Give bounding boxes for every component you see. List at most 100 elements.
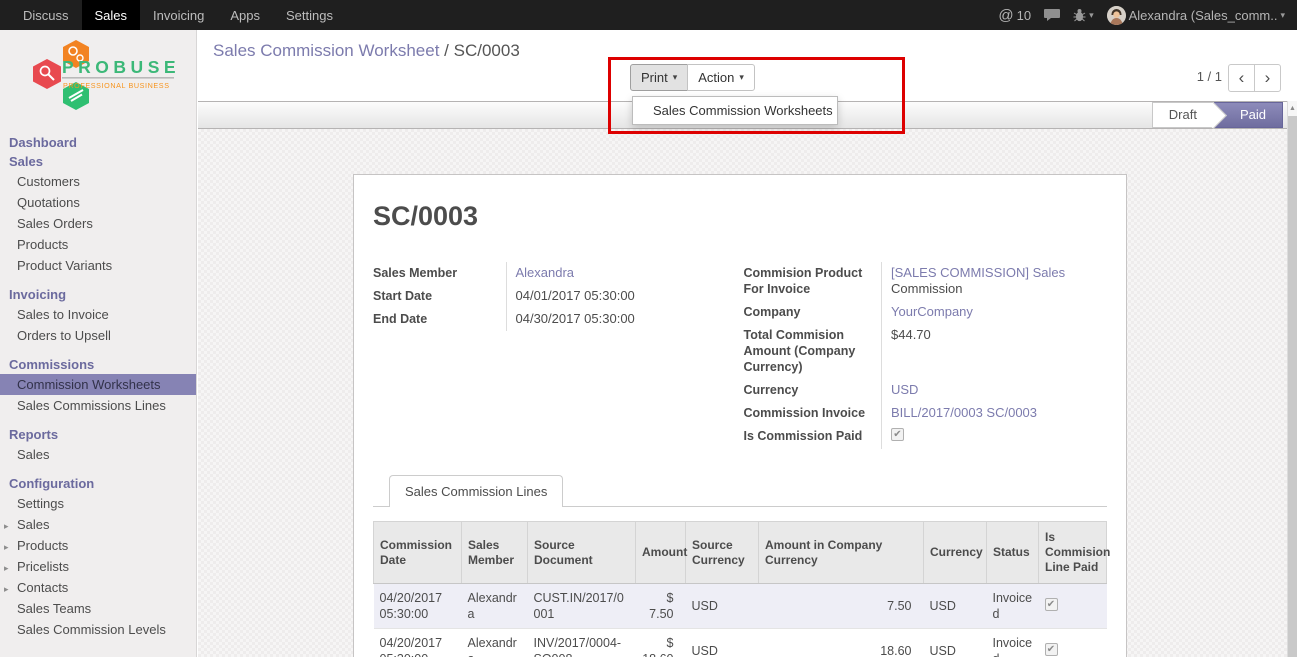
- chat-bubble-icon: [1044, 8, 1060, 22]
- cell-currency: USD: [924, 584, 987, 629]
- sales-member-link[interactable]: Alexandra: [516, 265, 575, 280]
- sidebar-item-sales-teams[interactable]: Sales Teams: [0, 598, 196, 619]
- cell-date: 04/20/2017 05:30:00: [374, 629, 462, 657]
- cell-source-currency: USD: [686, 584, 759, 629]
- field-label-commission-invoice: Commission Invoice: [744, 402, 882, 425]
- table-header-row: Commission Date Sales Member Source Docu…: [374, 522, 1107, 584]
- pager: ‹ ›: [1228, 64, 1281, 92]
- sidebar-item-sales-commission-levels[interactable]: Sales Commission Levels: [0, 619, 196, 640]
- field-groups: Sales Member Alexandra Start Date 04/01/…: [373, 262, 1107, 449]
- sidebar-item-sales-orders[interactable]: Sales Orders: [0, 213, 196, 234]
- mention-count: 10: [1017, 8, 1031, 23]
- company-link[interactable]: YourCompany: [891, 304, 973, 319]
- topbar-right: @ 10 ▾ Alexa: [998, 0, 1297, 30]
- sidebar-item-quotations[interactable]: Quotations: [0, 192, 196, 213]
- sidebar-item-commission-worksheets[interactable]: Commission Worksheets: [0, 374, 196, 395]
- sidebar-item-orders-to-upsell[interactable]: Orders to Upsell: [0, 325, 196, 346]
- cell-amount: $ 7.50: [636, 584, 686, 629]
- record-title: SC/0003: [373, 201, 1107, 232]
- field-label-start-date: Start Date: [373, 285, 506, 308]
- top-navbar: Discuss Sales Invoicing Apps Settings @ …: [0, 0, 1297, 30]
- commission-invoice-link[interactable]: BILL/2017/0003 SC/0003: [891, 405, 1037, 420]
- sidebar-item-reports-sales[interactable]: Sales: [0, 444, 196, 465]
- top-menu-invoicing[interactable]: Invoicing: [140, 0, 217, 30]
- logo-subtitle: PROFESSIONAL BUSINESS: [63, 81, 170, 90]
- top-menu-sales[interactable]: Sales: [82, 0, 141, 30]
- cell-status: Invoiced: [987, 584, 1039, 629]
- sidebar-item-commissions[interactable]: Commissions: [0, 355, 196, 374]
- statusbar: Draft Paid: [1152, 102, 1283, 128]
- scroll-up-button[interactable]: ▲: [1288, 101, 1297, 116]
- sidebar-item-customers[interactable]: Customers: [0, 171, 196, 192]
- expand-arrow-icon: ▸: [4, 561, 9, 576]
- col-amount: Amount: [636, 522, 686, 584]
- col-amount-company-currency: Amount in Company Currency: [759, 522, 924, 584]
- end-date-value: 04/30/2017 05:30:00: [506, 308, 737, 331]
- mention-counter[interactable]: @ 10: [998, 7, 1031, 24]
- content-body: SC/0003 Sales Member Alexandra Start Dat…: [198, 129, 1287, 657]
- table-row[interactable]: 04/20/2017 05:30:00 Alexandra CUST.IN/20…: [374, 584, 1107, 629]
- sidebar-item-sales[interactable]: Sales: [0, 152, 196, 171]
- sidebar-item-settings[interactable]: Settings: [0, 493, 196, 514]
- sidebar-item-label: Contacts: [17, 580, 68, 595]
- scrollbar-thumb[interactable]: [1288, 116, 1297, 657]
- cell-currency: USD: [924, 629, 987, 657]
- avatar: [1107, 6, 1126, 25]
- sidebar-item-invoicing[interactable]: Invoicing: [0, 285, 196, 304]
- sidebar-nav: Dashboard Sales Customers Quotations Sal…: [0, 133, 196, 640]
- sidebar-item-sales-commissions-lines[interactable]: Sales Commissions Lines: [0, 395, 196, 416]
- field-label-commission-product: Commision Product For Invoice: [744, 262, 882, 301]
- user-menu[interactable]: Alexandra (Sales_comm.. ▾: [1107, 6, 1285, 25]
- sidebar-item-reports[interactable]: Reports: [0, 425, 196, 444]
- is-commission-paid-checkbox: ✔: [891, 428, 904, 441]
- print-button[interactable]: Print ▾: [630, 64, 688, 91]
- cell-source: CUST.IN/2017/0001: [528, 584, 636, 629]
- pager-next-button[interactable]: ›: [1254, 64, 1281, 92]
- sidebar-item-configuration[interactable]: Configuration: [0, 474, 196, 493]
- sidebar-item-pricelists[interactable]: ▸ Pricelists: [0, 556, 196, 577]
- field-label-end-date: End Date: [373, 308, 506, 331]
- form-sheet: SC/0003 Sales Member Alexandra Start Dat…: [353, 174, 1127, 657]
- commission-lines-table: Commission Date Sales Member Source Docu…: [373, 521, 1107, 657]
- commission-product-link[interactable]: [SALES COMMISSION] Sales: [891, 265, 1065, 280]
- sidebar-item-product-variants[interactable]: Product Variants: [0, 255, 196, 276]
- sidebar-item-dashboard[interactable]: Dashboard: [0, 133, 196, 152]
- sidebar-item-config-sales[interactable]: ▸Sales: [0, 514, 196, 535]
- messages-button[interactable]: [1044, 8, 1060, 22]
- sidebar-item-label: Pricelists: [17, 559, 69, 574]
- sidebar-item-products[interactable]: Products: [0, 234, 196, 255]
- sidebar-item-sales-to-invoice[interactable]: Sales to Invoice: [0, 304, 196, 325]
- status-draft[interactable]: Draft: [1152, 102, 1214, 128]
- pager-previous-button[interactable]: ‹: [1228, 64, 1255, 92]
- cell-member: Alexandra: [462, 584, 528, 629]
- action-button[interactable]: Action ▾: [687, 64, 755, 91]
- sidebar-item-label: Products: [17, 538, 68, 553]
- currency-link[interactable]: USD: [891, 382, 918, 397]
- vertical-scrollbar: ▲: [1287, 101, 1297, 657]
- dropdown-item-sales-commission-worksheets[interactable]: Sales Commission Worksheets: [633, 97, 837, 124]
- top-menu-settings[interactable]: Settings: [273, 0, 346, 30]
- cell-date: 04/20/2017 05:30:00: [374, 584, 462, 629]
- tab-sales-commission-lines[interactable]: Sales Commission Lines: [389, 475, 563, 507]
- field-group-right: Commision Product For Invoice [SALES COM…: [744, 262, 1108, 449]
- line-paid-checkbox: ✔: [1045, 598, 1058, 611]
- sidebar-item-label: Sales: [17, 517, 50, 532]
- sidebar-item-config-products[interactable]: ▸ Products: [0, 535, 196, 556]
- mention-icon: @: [998, 7, 1013, 24]
- expand-arrow-icon: ▸: [4, 540, 9, 555]
- tab-bar: Sales Commission Lines: [373, 475, 1107, 507]
- debug-menu-button[interactable]: ▾: [1073, 8, 1094, 22]
- field-label-company: Company: [744, 301, 882, 324]
- cell-member: Alexandra: [462, 629, 528, 657]
- top-menu-discuss[interactable]: Discuss: [10, 0, 82, 30]
- table-row[interactable]: 04/20/2017 05:30:00 Alexandra INV/2017/0…: [374, 629, 1107, 657]
- caret-down-icon: ▾: [673, 72, 678, 83]
- breadcrumb-parent-link[interactable]: Sales Commission Worksheet: [213, 41, 439, 60]
- caret-down-icon: ▾: [1089, 10, 1094, 21]
- col-status: Status: [987, 522, 1039, 584]
- bug-icon: [1073, 8, 1086, 22]
- breadcrumb-current: SC/0003: [454, 41, 520, 60]
- col-source-currency: Source Currency: [686, 522, 759, 584]
- sidebar-item-contacts[interactable]: ▸Contacts: [0, 577, 196, 598]
- top-menu-apps[interactable]: Apps: [217, 0, 273, 30]
